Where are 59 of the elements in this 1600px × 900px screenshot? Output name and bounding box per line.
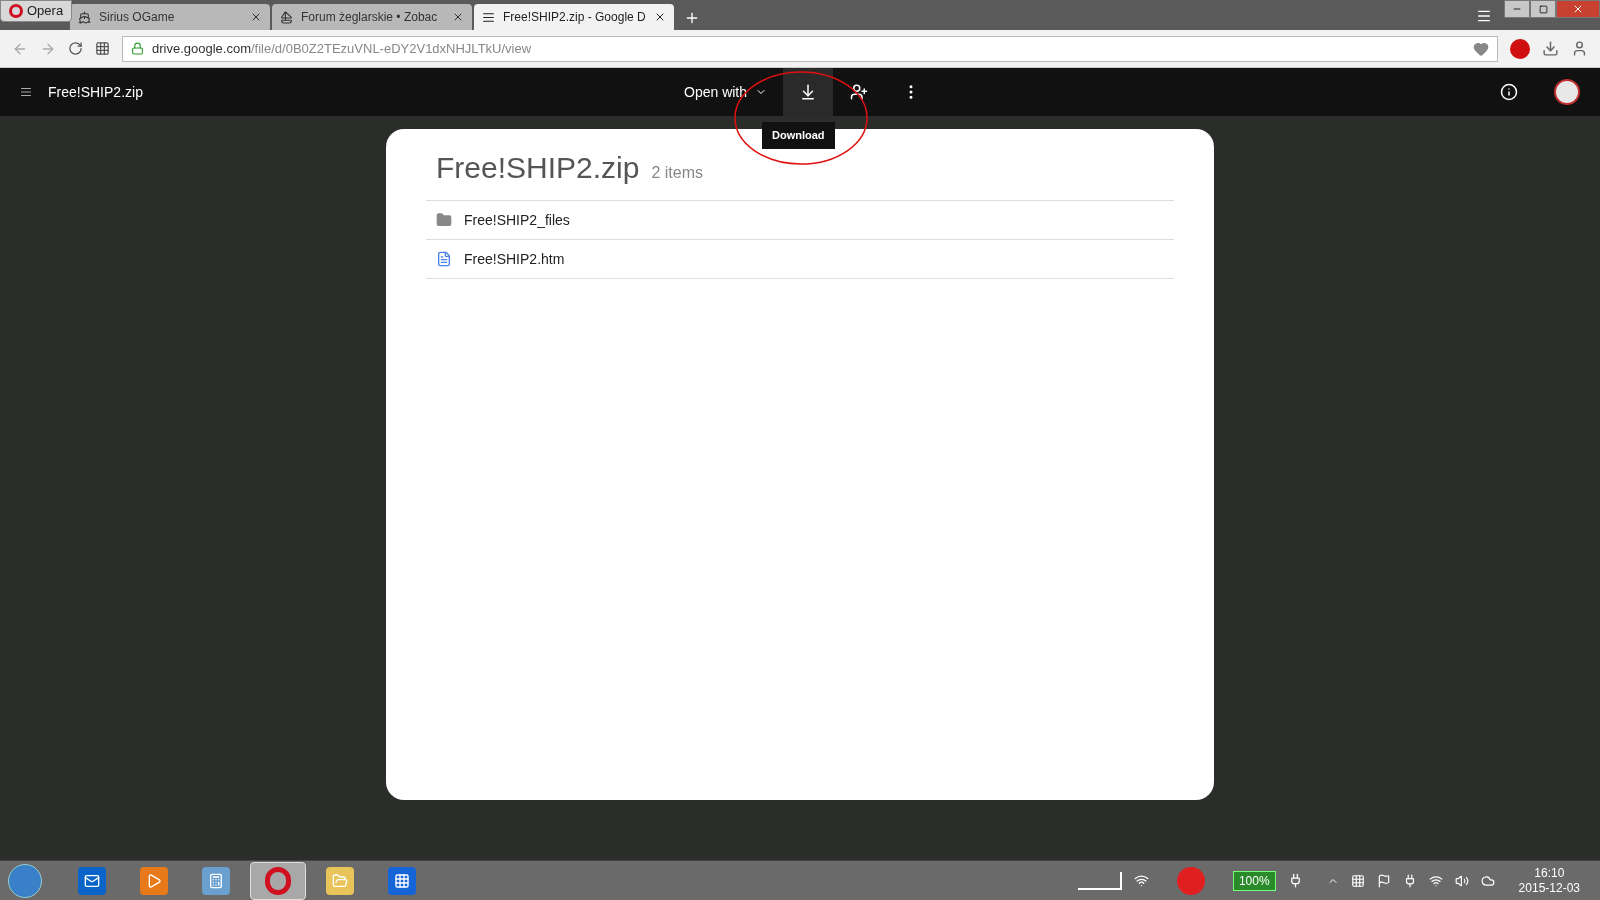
share-icon[interactable]	[850, 83, 869, 101]
taskbar-app-button[interactable]	[250, 861, 306, 900]
player-icon	[146, 872, 162, 889]
download-button[interactable]	[783, 68, 834, 116]
opera-logo-icon	[9, 4, 23, 18]
archive-entry[interactable]: Free!SHIP2_files	[426, 201, 1174, 240]
opera-menu-button[interactable]: Opera	[0, 0, 73, 22]
browser-tab[interactable]: Sirius OGame	[70, 4, 270, 30]
entry-name: Free!SHIP2_files	[464, 210, 570, 230]
windows-icon	[1350, 873, 1365, 888]
start-button[interactable]	[8, 863, 42, 898]
address-field[interactable]: drive.google.com/file/d/0B0Z2TEzuVNL-eDY2V1dxNHJLTkU/view	[122, 35, 1498, 62]
tab-menu-icon[interactable]	[1476, 8, 1492, 24]
maximize-icon	[1538, 4, 1548, 14]
close-icon[interactable]	[654, 11, 666, 23]
url-text: drive.google.com/file/d/0B0Z2TEzuVNL-eDY2V1dxNHJLTkU/view	[152, 39, 532, 58]
reload-icon[interactable]	[68, 41, 83, 56]
file-title: Free!SHIP2.zip	[48, 82, 143, 102]
tab-favicon-icon	[280, 10, 293, 24]
cloud-icon	[1480, 873, 1495, 888]
entry-name: Free!SHIP2.htm	[464, 249, 565, 269]
download-icon[interactable]	[1542, 40, 1559, 57]
archive-entry[interactable]: Free!SHIP2.htm	[426, 240, 1174, 279]
lock-icon	[131, 42, 144, 55]
calculator-icon	[208, 872, 224, 889]
maximize-button[interactable]	[1530, 0, 1556, 18]
tab-favicon-icon	[482, 10, 495, 24]
antenna-icon	[1133, 873, 1149, 888]
heart-icon[interactable]	[1473, 40, 1489, 57]
battery-indicator: 100%	[1232, 870, 1276, 891]
close-icon	[1572, 3, 1584, 15]
archive-title: Free!SHIP2.zip	[436, 150, 640, 186]
file-type-icon	[20, 86, 32, 98]
tab-title: Forum żeglarskie • Zobac	[301, 9, 439, 26]
new-tab-icon[interactable]	[684, 10, 700, 26]
close-icon[interactable]	[452, 11, 464, 23]
browser-tab[interactable]: Free!SHIP2.zip - Google D	[474, 4, 674, 30]
volume-icon	[1454, 873, 1469, 888]
speed-dial-icon[interactable]	[95, 41, 110, 56]
close-icon[interactable]	[250, 11, 262, 23]
open-with-button[interactable]: Open with	[680, 81, 772, 103]
folder-icon	[332, 872, 348, 889]
clock-date: 2015-12-03	[1518, 880, 1580, 896]
tab-title: Free!SHIP2.zip - Google D	[503, 9, 646, 26]
tab-favicon-icon	[78, 10, 91, 24]
folder-icon	[436, 212, 452, 228]
signal-icon	[1428, 873, 1443, 888]
download-tooltip: Download	[762, 122, 835, 149]
browser-tab[interactable]: Forum żeglarskie • Zobac	[272, 4, 472, 30]
clock-time: 16:10	[1534, 865, 1565, 881]
tab-title: Sirius OGame	[99, 9, 176, 26]
account-icon[interactable]	[1571, 40, 1588, 57]
item-count: 2 items	[651, 163, 703, 183]
mail-icon	[84, 872, 100, 889]
avatar-icon[interactable]	[1554, 79, 1580, 105]
flag-icon	[1376, 873, 1391, 888]
minimize-button[interactable]	[1504, 0, 1530, 18]
info-icon[interactable]	[1500, 83, 1518, 101]
document-icon	[436, 251, 452, 267]
